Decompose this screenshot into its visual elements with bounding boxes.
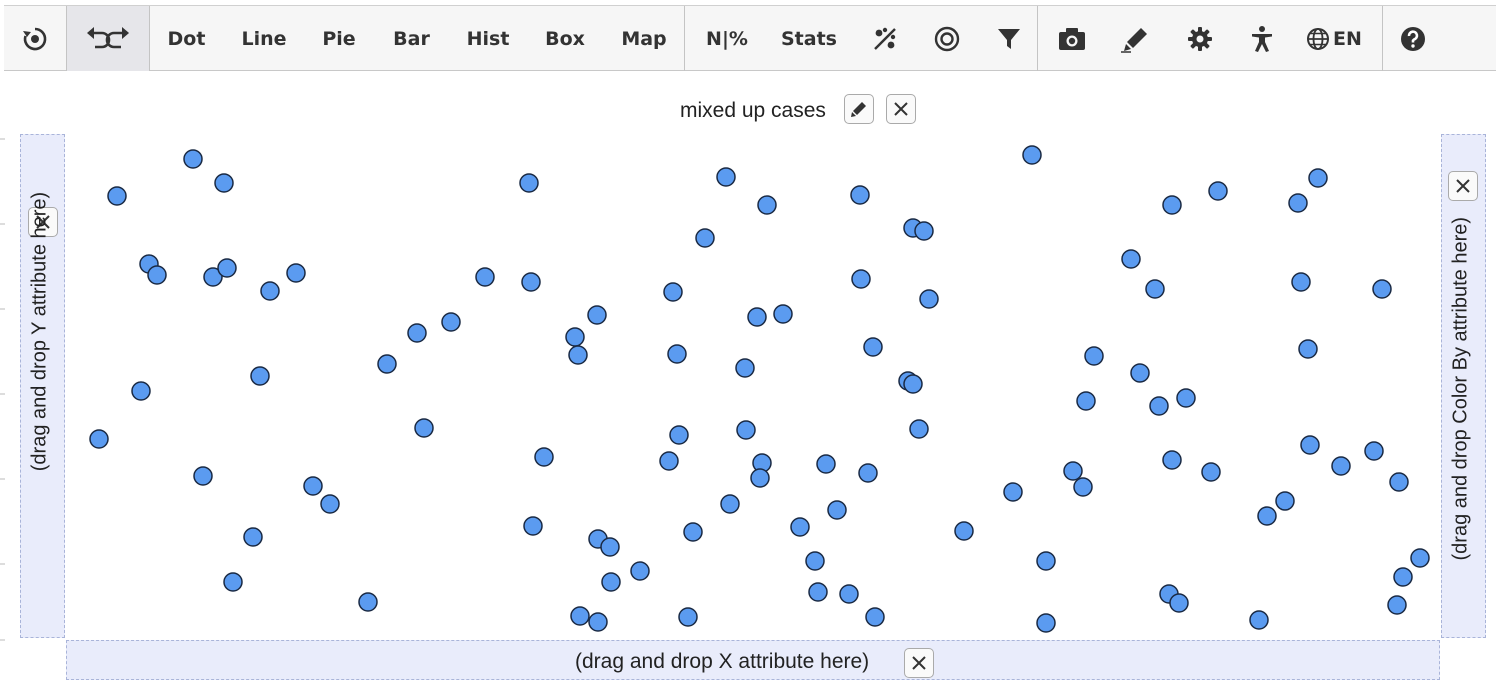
case-point[interactable] — [303, 476, 323, 496]
case-point[interactable] — [736, 420, 756, 440]
case-point[interactable] — [107, 186, 127, 206]
case-point[interactable] — [568, 345, 588, 365]
case-point[interactable] — [1410, 548, 1430, 568]
case-point[interactable] — [735, 358, 755, 378]
case-point[interactable] — [954, 521, 974, 541]
case-point[interactable] — [1257, 506, 1277, 526]
case-point[interactable] — [659, 451, 679, 471]
case-point[interactable] — [523, 516, 543, 536]
case-point[interactable] — [243, 527, 263, 547]
case-point[interactable] — [407, 323, 427, 343]
case-point[interactable] — [1275, 491, 1295, 511]
case-point[interactable] — [865, 607, 885, 627]
case-point[interactable] — [1036, 551, 1056, 571]
case-point[interactable] — [320, 494, 340, 514]
case-point[interactable] — [909, 419, 929, 439]
case-point[interactable] — [250, 366, 270, 386]
case-point[interactable] — [223, 572, 243, 592]
case-point[interactable] — [260, 281, 280, 301]
case-point[interactable] — [695, 228, 715, 248]
case-point[interactable] — [1176, 388, 1196, 408]
case-point[interactable] — [1073, 477, 1093, 497]
case-point[interactable] — [414, 418, 434, 438]
case-point[interactable] — [683, 522, 703, 542]
case-point[interactable] — [587, 305, 607, 325]
case-point[interactable] — [147, 265, 167, 285]
case-point[interactable] — [678, 607, 698, 627]
case-point[interactable] — [663, 282, 683, 302]
case-point[interactable] — [1208, 181, 1228, 201]
case-point[interactable] — [757, 195, 777, 215]
case-point[interactable] — [521, 272, 541, 292]
case-point[interactable] — [600, 537, 620, 557]
case-point[interactable] — [716, 167, 736, 187]
case-point[interactable] — [519, 173, 539, 193]
case-point[interactable] — [630, 561, 650, 581]
case-point[interactable] — [816, 454, 836, 474]
case-point[interactable] — [1249, 610, 1269, 630]
case-point[interactable] — [669, 425, 689, 445]
case-point[interactable] — [773, 304, 793, 324]
case-point[interactable] — [805, 551, 825, 571]
case-point[interactable] — [1121, 249, 1141, 269]
case-point[interactable] — [1022, 145, 1042, 165]
case-point[interactable] — [286, 263, 306, 283]
case-point[interactable] — [750, 468, 770, 488]
case-point[interactable] — [790, 517, 810, 537]
case-point[interactable] — [1364, 441, 1384, 461]
case-point[interactable] — [1076, 391, 1096, 411]
case-point[interactable] — [1372, 279, 1392, 299]
case-point[interactable] — [1036, 613, 1056, 633]
case-point[interactable] — [851, 269, 871, 289]
case-point[interactable] — [1003, 482, 1023, 502]
case-points-plot[interactable] — [0, 0, 1500, 673]
case-point[interactable] — [183, 149, 203, 169]
case-point[interactable] — [1288, 193, 1308, 213]
case-point[interactable] — [839, 584, 859, 604]
case-point[interactable] — [827, 500, 847, 520]
case-point[interactable] — [1300, 435, 1320, 455]
case-point[interactable] — [1291, 272, 1311, 292]
case-point[interactable] — [1298, 339, 1318, 359]
case-point[interactable] — [131, 381, 151, 401]
case-point[interactable] — [808, 582, 828, 602]
case-point[interactable] — [1149, 396, 1169, 416]
case-point[interactable] — [1201, 462, 1221, 482]
case-point[interactable] — [1393, 567, 1413, 587]
case-point[interactable] — [565, 327, 585, 347]
case-point[interactable] — [570, 606, 590, 626]
case-point[interactable] — [601, 572, 621, 592]
case-point[interactable] — [667, 344, 687, 364]
case-point[interactable] — [914, 221, 934, 241]
case-point[interactable] — [863, 337, 883, 357]
case-point[interactable] — [214, 173, 234, 193]
case-point[interactable] — [858, 463, 878, 483]
case-point[interactable] — [1169, 593, 1189, 613]
case-point[interactable] — [903, 374, 923, 394]
case-point[interactable] — [1162, 450, 1182, 470]
case-point[interactable] — [441, 312, 461, 332]
case-point[interactable] — [1084, 346, 1104, 366]
case-point[interactable] — [1331, 456, 1351, 476]
case-point[interactable] — [850, 185, 870, 205]
case-point[interactable] — [747, 307, 767, 327]
case-point[interactable] — [720, 494, 740, 514]
case-point[interactable] — [377, 354, 397, 374]
case-point[interactable] — [1162, 195, 1182, 215]
case-point[interactable] — [193, 466, 213, 486]
case-point[interactable] — [534, 447, 554, 467]
case-point[interactable] — [1130, 363, 1150, 383]
case-point[interactable] — [1389, 472, 1409, 492]
case-point[interactable] — [89, 429, 109, 449]
case-point[interactable] — [919, 289, 939, 309]
case-point[interactable] — [588, 612, 608, 632]
case-point[interactable] — [358, 592, 378, 612]
case-point[interactable] — [1387, 595, 1407, 615]
case-point[interactable] — [475, 267, 495, 287]
case-point[interactable] — [1308, 168, 1328, 188]
case-point[interactable] — [1145, 279, 1165, 299]
case-point[interactable] — [1063, 461, 1083, 481]
case-point[interactable] — [217, 258, 237, 278]
